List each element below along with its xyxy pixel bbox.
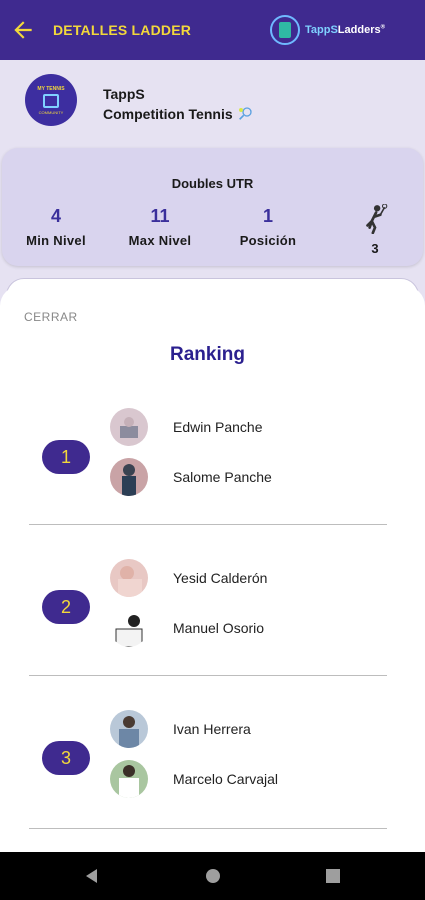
player-name: Salome Panche [173,469,272,485]
player-name: Yesid Calderón [173,570,268,586]
player-row: Marcelo Carvajal [110,760,278,798]
divider [29,828,387,829]
rank-badge: 2 [42,590,90,624]
sheet-title: Ranking [170,344,245,365]
nav-back-icon[interactable] [82,866,102,886]
players-count: 3 [371,241,379,256]
app-bar: DETALLES LADDER TappSLadders® [0,0,425,60]
player-row: Manuel Osorio [110,609,264,647]
player-row: Edwin Panche [110,408,263,446]
nav-recents-icon[interactable] [323,866,343,886]
player-name: Manuel Osorio [173,620,265,636]
player-row: Salome Panche [110,458,272,496]
player-name: Ivan Herrera [173,721,251,737]
arrow-left-icon[interactable] [10,17,36,43]
players-indicator: 3 [360,203,390,256]
avatar [110,710,148,748]
player-name: Edwin Panche [173,419,263,435]
page-title: DETALLES LADDER [53,22,192,38]
player-name: Marcelo Carvajal [173,771,279,787]
avatar [110,559,148,597]
ranking-item[interactable]: 3 Ivan Herrera Marcelo Carvajal [0,704,425,855]
brand-icon [270,15,300,45]
ranking-item[interactable]: 1 Edwin Panche Salome Panche [0,402,425,553]
position-stat: 1 Posición [239,206,297,248]
brand-logo: TappSLadders® [270,15,385,45]
avatar [110,458,148,496]
rank-badge: 1 [42,440,90,474]
avatar [110,760,148,798]
nav-home-icon[interactable] [203,866,223,886]
avatar [110,609,148,647]
min-level-stat: 4 Min Nivel [26,206,86,248]
club-name: TappS Competition Tennis [103,84,253,124]
club-header: MY TENNIS COMMUNITY TappS Competition Te… [0,60,425,145]
max-level-stat: 11 Max Nivel [128,206,192,248]
club-logo: MY TENNIS COMMUNITY [25,74,77,126]
avatar [110,408,148,446]
ranking-sheet: CERRAR Ranking 1 Edwin Panche Salome Pan… [0,286,425,852]
player-row: Yesid Calderón [110,559,267,597]
tennis-player-icon [366,203,388,235]
ranking-item[interactable]: 2 Yesid Calderón Manuel Osorio [0,554,425,705]
ladder-stats-card: Doubles UTR 4 Min Nivel 11 Max Nivel 1 P… [2,148,423,266]
tennis-racket-icon [238,107,252,120]
close-button[interactable]: CERRAR [24,310,78,324]
divider [29,675,387,676]
divider [29,524,387,525]
ladder-type: Doubles UTR [171,176,254,191]
system-nav-bar [0,852,425,900]
player-row: Ivan Herrera [110,710,251,748]
brand-name: TappSLadders® [305,24,386,36]
rank-badge: 3 [42,741,90,775]
